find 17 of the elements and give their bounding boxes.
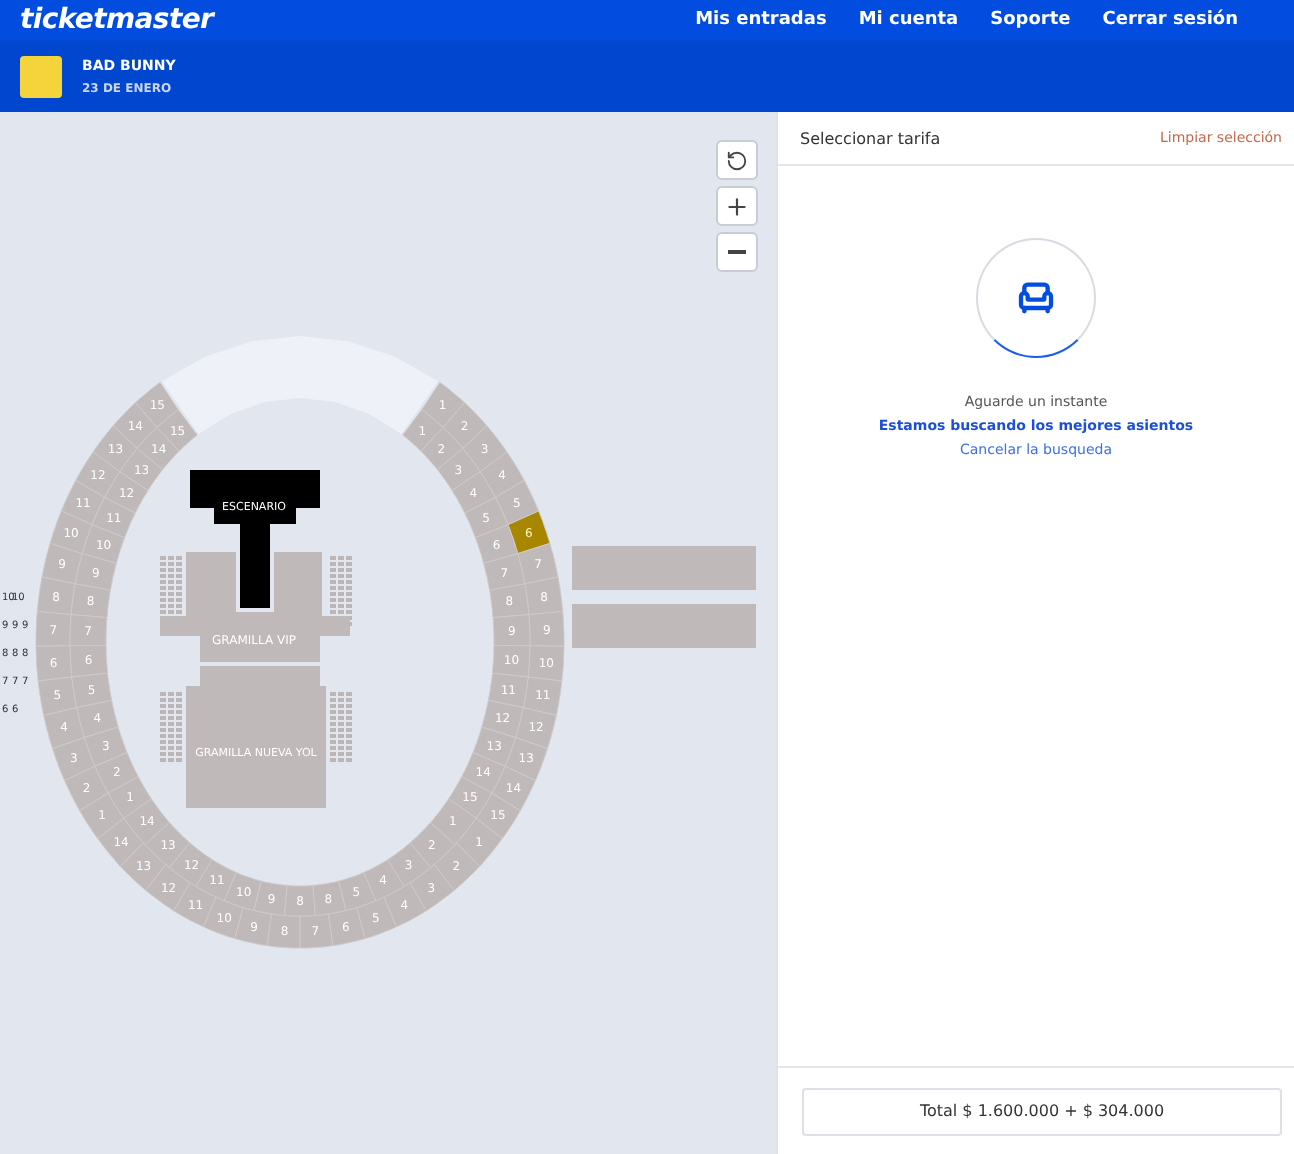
logo[interactable]: ticketmaster (20, 4, 214, 36)
panel-title: Seleccionar tarifa (800, 129, 941, 147)
zoom-out-button[interactable] (716, 232, 758, 272)
nav-link[interactable]: Soporte (990, 10, 1071, 30)
total-price: Total $ 1.600.000 + $ 304.000 (802, 1087, 1282, 1135)
event-thumbnail (20, 55, 62, 97)
seat-rows-drawing (330, 692, 352, 762)
minus-icon (728, 250, 746, 254)
seat-rows-drawing (160, 692, 182, 762)
nav-link[interactable]: Cerrar sesión (1102, 10, 1238, 30)
plus-icon (724, 193, 750, 219)
rotate-icon (726, 149, 748, 171)
nav-link[interactable]: Mi cuenta (858, 10, 959, 30)
armchair-icon (1016, 278, 1056, 318)
rotate-button[interactable] (716, 140, 758, 180)
zoom-in-button[interactable] (716, 186, 758, 226)
nav-link[interactable]: Mis entradas (695, 10, 827, 30)
